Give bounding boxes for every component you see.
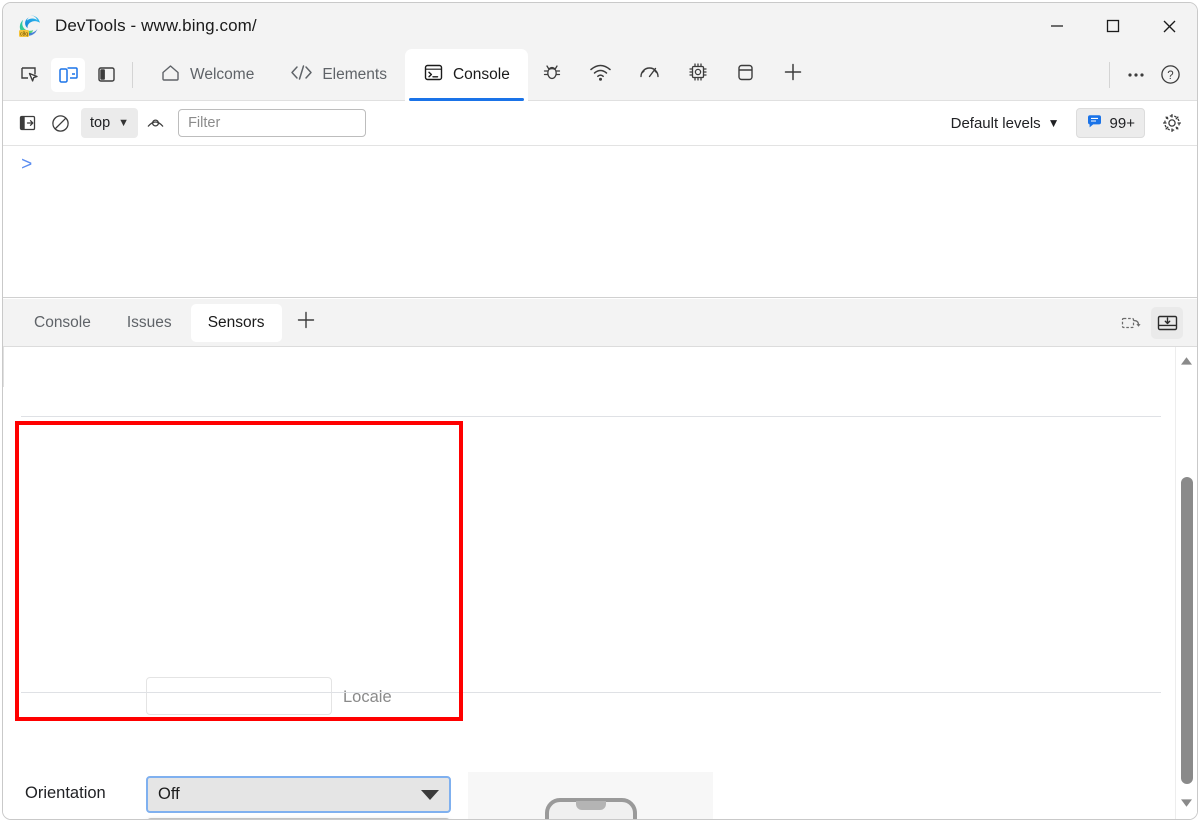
panel-tabs: Welcome Elements Console: [142, 48, 1100, 101]
network-wifi-icon: [589, 62, 612, 87]
devtools-window: c8q DevTools - www.bing.com/ Welcome Ele…: [2, 2, 1198, 820]
scrollbar-thumb[interactable]: [1181, 477, 1193, 784]
tab-welcome[interactable]: Welcome: [142, 49, 272, 101]
chevron-down-icon: [421, 789, 439, 800]
console-filter-input[interactable]: [178, 109, 367, 137]
tab-console-label: Console: [452, 65, 510, 83]
tab-strip-right-controls: ?: [1100, 58, 1197, 92]
capture-node-screenshot-button[interactable]: [1115, 307, 1147, 339]
tab-elements-label: Elements: [322, 65, 387, 83]
context-value: top: [90, 115, 111, 131]
tab-application[interactable]: [722, 49, 769, 101]
longitude-input-clipped[interactable]: [146, 677, 332, 715]
console-output-area[interactable]: >: [3, 146, 1197, 298]
tab-memory[interactable]: [674, 49, 722, 101]
minimize-button[interactable]: [1029, 3, 1085, 49]
issues-counter-badge[interactable]: 99+: [1075, 108, 1145, 138]
toolbar-divider: [132, 61, 133, 88]
add-panel-button[interactable]: [769, 49, 817, 101]
tab-network[interactable]: [576, 49, 625, 101]
plus-icon: [295, 309, 317, 336]
inspect-element-button[interactable]: [13, 58, 47, 92]
log-levels-label: Default levels: [950, 114, 1041, 132]
panel-left-border: [3, 347, 4, 387]
orientation-dropdown-list[interactable]: Off Custom orientation Presets Portrait …: [146, 818, 451, 819]
tab-welcome-label: Welcome: [190, 65, 255, 83]
chevron-down-icon: ▼: [1047, 116, 1060, 130]
devtools-settings-button[interactable]: [1157, 108, 1187, 138]
maximize-button[interactable]: [1085, 3, 1141, 49]
log-levels-selector[interactable]: Default levels ▼: [945, 108, 1066, 138]
dock-drawer-button[interactable]: [1151, 306, 1183, 339]
code-brackets-icon: [290, 63, 313, 87]
drawer-tab-sensors[interactable]: Sensors: [190, 303, 282, 342]
device-orientation-preview[interactable]: [468, 772, 713, 819]
more-tools-button[interactable]: [1119, 58, 1153, 92]
title-bar-left: c8q DevTools - www.bing.com/: [3, 13, 1029, 39]
right-controls-divider: [1109, 61, 1110, 88]
drawer-tab-console[interactable]: Console: [17, 304, 108, 342]
drawer-tab-issues[interactable]: Issues: [110, 304, 189, 342]
clear-console-button[interactable]: [45, 108, 75, 138]
live-expression-button[interactable]: [140, 108, 170, 138]
dock-side-button[interactable]: [89, 58, 123, 92]
issues-count: 99+: [1109, 114, 1135, 132]
help-button[interactable]: ?: [1153, 58, 1187, 92]
svg-text:c8q: c8q: [20, 32, 28, 38]
sensors-scrollbar[interactable]: [1175, 347, 1197, 819]
toggle-device-toolbar-button[interactable]: [51, 57, 85, 92]
orientation-select[interactable]: Off: [146, 776, 451, 813]
application-storage-icon: [735, 62, 756, 88]
console-prompt-symbol: >: [21, 154, 33, 176]
drawer-add-tab-button[interactable]: [288, 305, 324, 341]
memory-chip-icon: [687, 61, 709, 88]
main-tab-strip: Welcome Elements Console ?: [3, 48, 1197, 101]
drawer-right-buttons: [1115, 306, 1197, 339]
drawer-tab-strip: Console Issues Sensors: [3, 299, 1197, 347]
section-separator-top: [21, 416, 1161, 417]
devtools-window-screenshot: c8q DevTools - www.bing.com/ Welcome Ele…: [0, 0, 1200, 822]
console-filter-toolbar: top ▼ Default levels ▼ 99+: [3, 101, 1197, 146]
svg-text:?: ?: [1167, 70, 1173, 82]
chevron-down-icon: ▼: [118, 117, 130, 129]
issues-speech-bubble-icon: [1086, 113, 1103, 134]
sensors-panel: Locale Orientation Off Off Custom orient…: [3, 347, 1197, 819]
scroll-down-arrow-icon[interactable]: [1176, 793, 1197, 813]
orientation-selected-value: Off: [158, 785, 180, 803]
locale-label: Locale: [343, 688, 392, 706]
tab-performance[interactable]: [625, 49, 674, 101]
bug-icon: [541, 61, 563, 88]
drawer-tab-issues-label: Issues: [126, 313, 172, 331]
tab-console[interactable]: Console: [404, 48, 528, 101]
edge-logo-icon: c8q: [17, 13, 43, 39]
sensors-scroll-content: Locale Orientation Off Off Custom orient…: [3, 347, 1173, 819]
drawer-tab-console-label: Console: [34, 313, 91, 331]
home-icon: [160, 62, 181, 88]
window-controls: [1029, 3, 1197, 49]
window-title: DevTools - www.bing.com/: [55, 16, 257, 35]
orientation-label: Orientation: [25, 784, 106, 802]
add-panel-plus-icon: [782, 61, 804, 88]
drawer-tab-sensors-label: Sensors: [207, 313, 265, 331]
tab-elements[interactable]: Elements: [272, 49, 405, 101]
console-sidebar-button[interactable]: [13, 108, 43, 138]
close-button[interactable]: [1141, 3, 1197, 49]
console-prompt-icon: [423, 62, 444, 88]
title-bar: c8q DevTools - www.bing.com/: [3, 3, 1197, 49]
performance-gauge-icon: [638, 62, 661, 88]
devtools-tool-buttons: [3, 57, 123, 92]
phone-mockup-icon: [545, 798, 637, 819]
section-separator-bottom: [21, 692, 1161, 693]
scroll-up-arrow-icon[interactable]: [1176, 351, 1197, 371]
javascript-context-selector[interactable]: top ▼: [81, 108, 139, 138]
tab-sources-debugger[interactable]: [528, 49, 576, 101]
phone-notch: [576, 801, 606, 810]
